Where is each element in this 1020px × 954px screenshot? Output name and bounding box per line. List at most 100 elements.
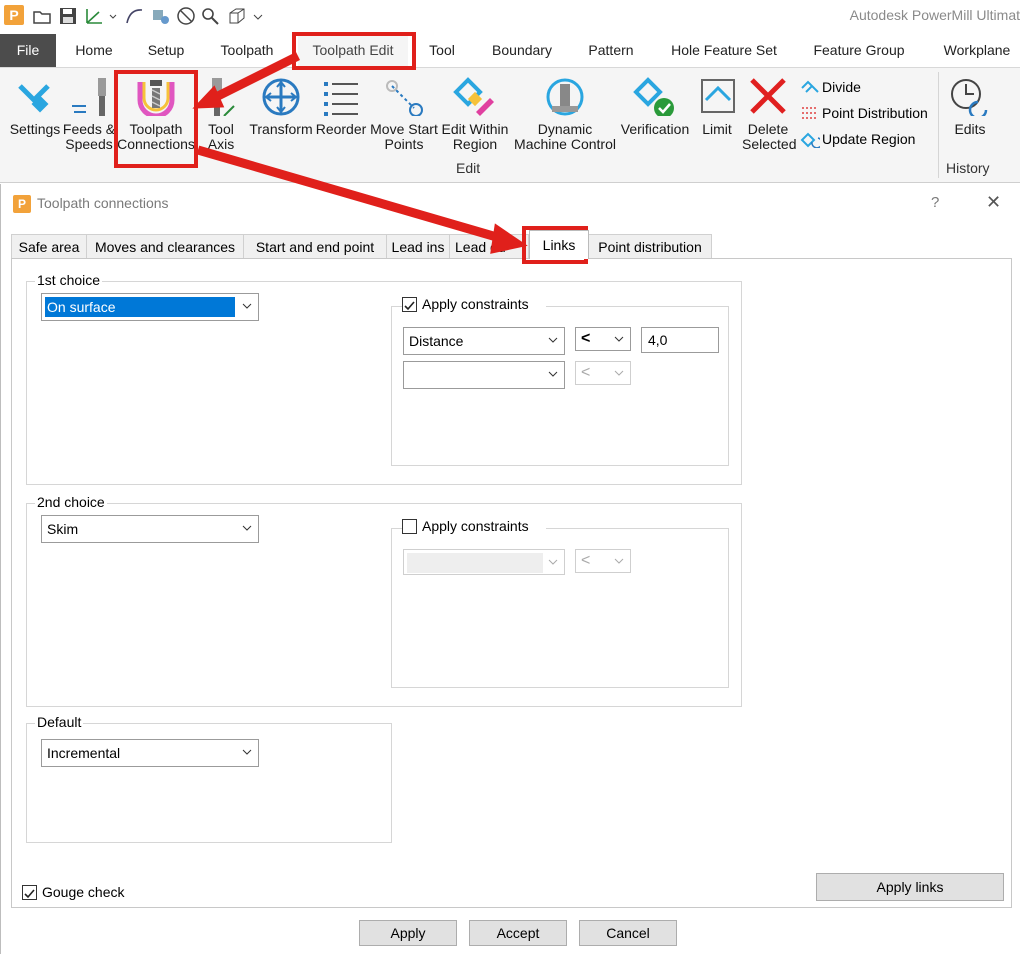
tab-setup[interactable]: Setup: [140, 34, 192, 67]
measure-icon[interactable]: [150, 6, 170, 26]
first-constraint-type-combo[interactable]: Distance: [403, 327, 565, 355]
first-apply-constraints-checkbox[interactable]: Apply constraints: [402, 295, 546, 315]
tool-axis-button[interactable]: Tool Axis: [198, 70, 244, 160]
help-icon[interactable]: ?: [931, 194, 939, 211]
second-constraints-group: Apply constraints <: [391, 517, 729, 688]
curve-icon[interactable]: [124, 6, 144, 26]
divide-button[interactable]: Divide: [800, 76, 936, 98]
history-group-label: History: [946, 160, 990, 176]
quick-access-toolbar: P Autodesk PowerMill Ultimat: [0, 0, 1020, 32]
move-start-points-button[interactable]: Move Start Points: [368, 70, 440, 160]
default-choice-combo[interactable]: Incremental: [41, 739, 259, 767]
app-title: Autodesk PowerMill Ultimat: [849, 7, 1020, 23]
second-apply-constraints-checkbox[interactable]: Apply constraints: [402, 517, 546, 537]
group-separator: [938, 72, 939, 178]
first-constraint-value-input[interactable]: 4,0: [641, 327, 719, 353]
dynamic-machine-control-icon: [546, 78, 584, 116]
tab-hole-feature-set[interactable]: Hole Feature Set: [664, 34, 784, 67]
settings-icon: [18, 84, 50, 113]
second-choice-group: 2nd choice Skim Apply constraints <: [26, 494, 742, 707]
view-cube-icon[interactable]: [226, 6, 246, 26]
edit-within-region-button[interactable]: Edit Within Region: [440, 70, 510, 160]
move-start-points-icon: [386, 80, 423, 116]
tab-moves-clearances[interactable]: Moves and clearances: [86, 234, 244, 258]
tab-file[interactable]: File: [0, 34, 56, 67]
update-region-button[interactable]: Update Region: [800, 128, 936, 150]
chevron-down-icon: [242, 525, 252, 531]
first-choice-group: 1st choice On surface Apply constraints …: [26, 272, 742, 485]
chevron-down-icon: [548, 371, 558, 377]
tab-point-distribution[interactable]: Point distribution: [588, 234, 712, 258]
ribbon-panel: Settings Feeds & Speeds Toolpath Connectio…: [0, 67, 1020, 183]
second-operator-combo: <: [575, 361, 631, 385]
tab-toolpath[interactable]: Toolpath: [212, 34, 282, 67]
tab-safe-area[interactable]: Safe area: [11, 234, 87, 258]
second-choice-combo[interactable]: Skim: [41, 515, 259, 543]
close-icon[interactable]: ✕: [986, 192, 1001, 213]
tab-pattern[interactable]: Pattern: [580, 34, 642, 67]
open-folder-icon[interactable]: [32, 6, 52, 26]
accept-button[interactable]: Accept: [469, 920, 567, 946]
transform-button[interactable]: Transform: [248, 70, 314, 160]
default-legend: Default: [35, 714, 84, 730]
default-group: Default Incremental: [26, 714, 392, 843]
first-operator-combo[interactable]: <: [575, 327, 631, 351]
transform-icon: [262, 78, 300, 116]
dialog-title: Toolpath connections: [37, 195, 169, 211]
ribbon-tabs: File Home Setup Toolpath Toolpath Edit T…: [0, 34, 1020, 67]
tab-links[interactable]: Links: [529, 230, 589, 259]
feeds-speeds-icon: [72, 78, 106, 116]
chevron-down-icon: [548, 559, 558, 565]
checkmark-icon: [24, 889, 35, 899]
cancel-button[interactable]: Cancel: [579, 920, 677, 946]
limit-icon: [701, 79, 735, 113]
app-logo-icon: P: [4, 5, 24, 25]
first-choice-combo[interactable]: On surface: [41, 293, 259, 321]
tab-boundary[interactable]: Boundary: [484, 34, 560, 67]
toolpath-connections-dialog: P Toolpath connections ? ✕ Safe area Mov…: [0, 184, 1020, 954]
dynamic-machine-control-button[interactable]: Dynamic Machine Control: [510, 70, 620, 160]
checkbox-box: [402, 297, 417, 312]
toolpath-connections-button[interactable]: Toolpath Connections: [116, 70, 196, 160]
edit-group-label: Edit: [456, 160, 481, 176]
no-entry-icon[interactable]: [176, 6, 196, 26]
apply-links-button[interactable]: Apply links: [816, 873, 1004, 901]
settings-button[interactable]: Settings: [6, 70, 64, 160]
first-constraints-group: Apply constraints Distance < 4,0 <: [391, 295, 729, 466]
delete-selected-button[interactable]: Delete Selected: [742, 70, 796, 160]
tab-tool[interactable]: Tool: [420, 34, 464, 67]
history-clock-icon: [951, 79, 988, 116]
dialog-app-icon: P: [13, 195, 31, 213]
axis-icon[interactable]: [84, 6, 104, 26]
tab-feature-group[interactable]: Feature Group: [806, 34, 912, 67]
chevron-down-icon: [614, 336, 624, 342]
update-region-icon: [800, 132, 820, 148]
gouge-check-checkbox[interactable]: Gouge check: [22, 883, 152, 903]
zoom-icon[interactable]: [200, 6, 220, 26]
feeds-speeds-button[interactable]: Feeds & Speeds: [62, 70, 116, 160]
dialog-tabs: Safe area Moves and clearances Start and…: [11, 230, 1011, 259]
divide-icon: [801, 80, 819, 93]
dialog-title-bar: P Toolpath connections ? ✕: [1, 184, 1020, 224]
save-icon[interactable]: [58, 6, 78, 26]
tab-start-end-point[interactable]: Start and end point: [243, 234, 387, 258]
edits-button[interactable]: Edits: [944, 70, 996, 160]
verification-button[interactable]: Verification: [620, 70, 690, 160]
apply-button[interactable]: Apply: [359, 920, 457, 946]
tab-home[interactable]: Home: [68, 34, 120, 67]
tab-workplane[interactable]: Workplane: [934, 34, 1020, 67]
first-choice-legend: 1st choice: [35, 272, 103, 288]
links-tab-panel: 1st choice On surface Apply constraints …: [11, 258, 1012, 908]
point-distribution-button[interactable]: Point Distribution: [800, 102, 936, 124]
point-distribution-icon: [802, 107, 818, 119]
second-choice-legend: 2nd choice: [35, 494, 107, 510]
tab-toolpath-edit[interactable]: Toolpath Edit: [298, 34, 408, 67]
customize-arrow-icon[interactable]: [252, 6, 272, 26]
second-constraint-type-combo[interactable]: [403, 361, 565, 389]
limit-button[interactable]: Limit: [694, 70, 740, 160]
tab-lead-ins[interactable]: Lead ins: [386, 234, 450, 258]
chevron-down-icon: [242, 749, 252, 755]
tab-lead-outs[interactable]: Lead ou: [449, 234, 529, 258]
chevron-down-icon: [614, 370, 624, 376]
reorder-button[interactable]: Reorder: [314, 70, 368, 160]
